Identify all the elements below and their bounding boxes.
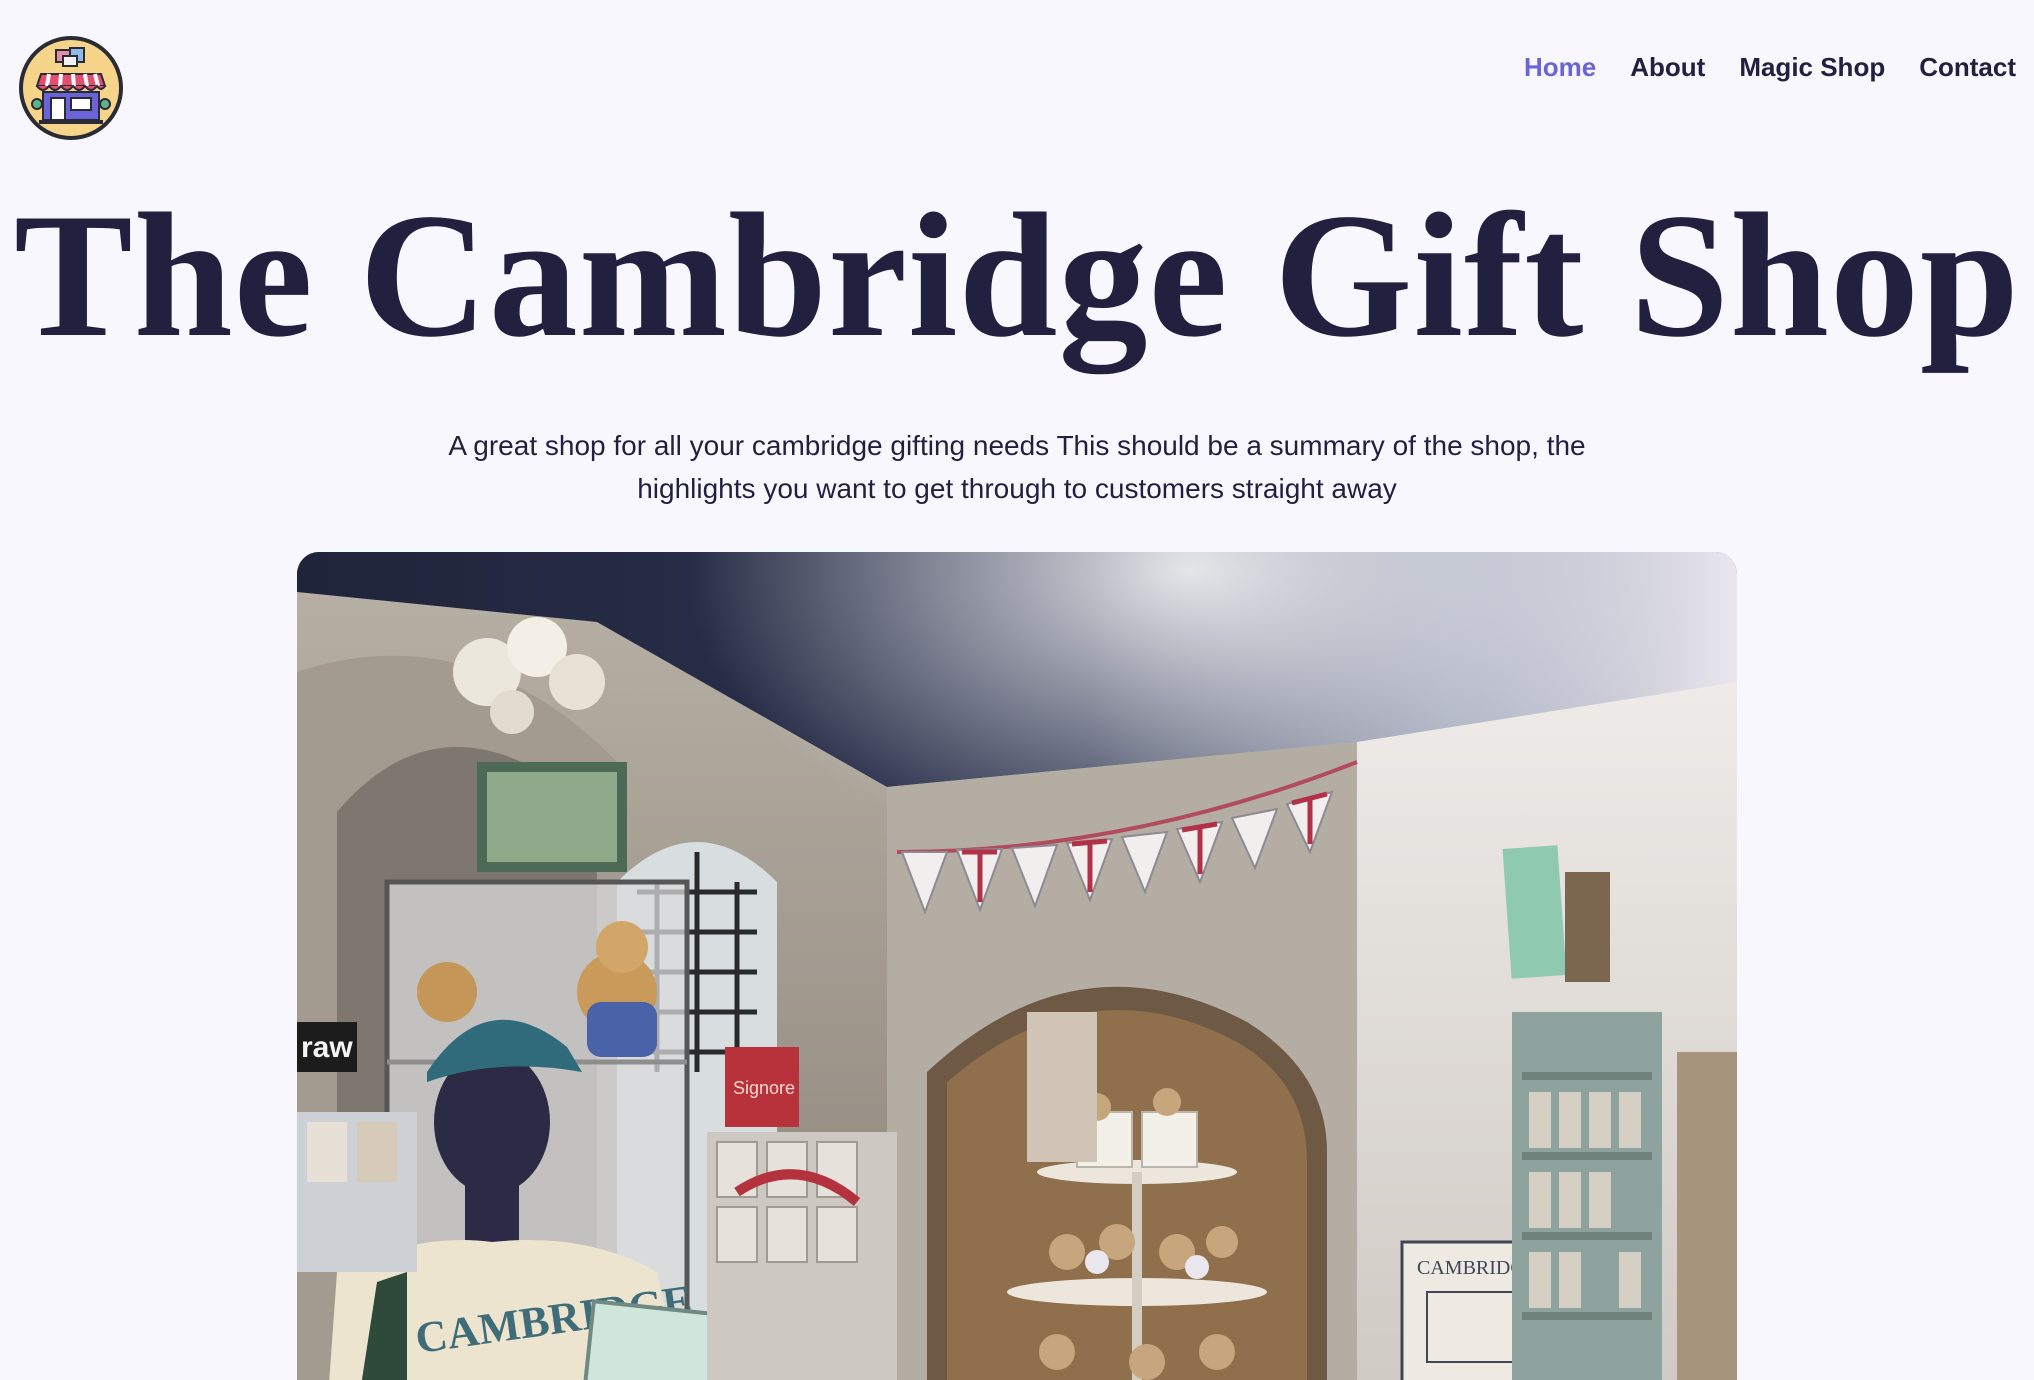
main-nav: Home About Magic Shop Contact (1524, 52, 2016, 83)
nav-link-about[interactable]: About (1630, 52, 1705, 83)
shop-interior-photo: CAMBRIDGE Official Cambridge Signore raw (297, 552, 1737, 1380)
page-title: The Cambridge Gift Shop (14, 176, 2020, 374)
nav-link-contact[interactable]: Contact (1919, 52, 2016, 83)
svg-text:Signore: Signore (733, 1078, 795, 1098)
page-subtitle: A great shop for all your cambridge gift… (448, 430, 1586, 504)
page: Home About Magic Shop Contact The Cambri… (0, 0, 2034, 1380)
nav-link-home[interactable]: Home (1524, 52, 1596, 83)
nav-link-magic-shop[interactable]: Magic Shop (1739, 52, 1885, 83)
svg-text:raw: raw (301, 1031, 353, 1064)
gift-shop-storefront-icon (31, 47, 111, 124)
logo-icon[interactable] (19, 36, 123, 140)
